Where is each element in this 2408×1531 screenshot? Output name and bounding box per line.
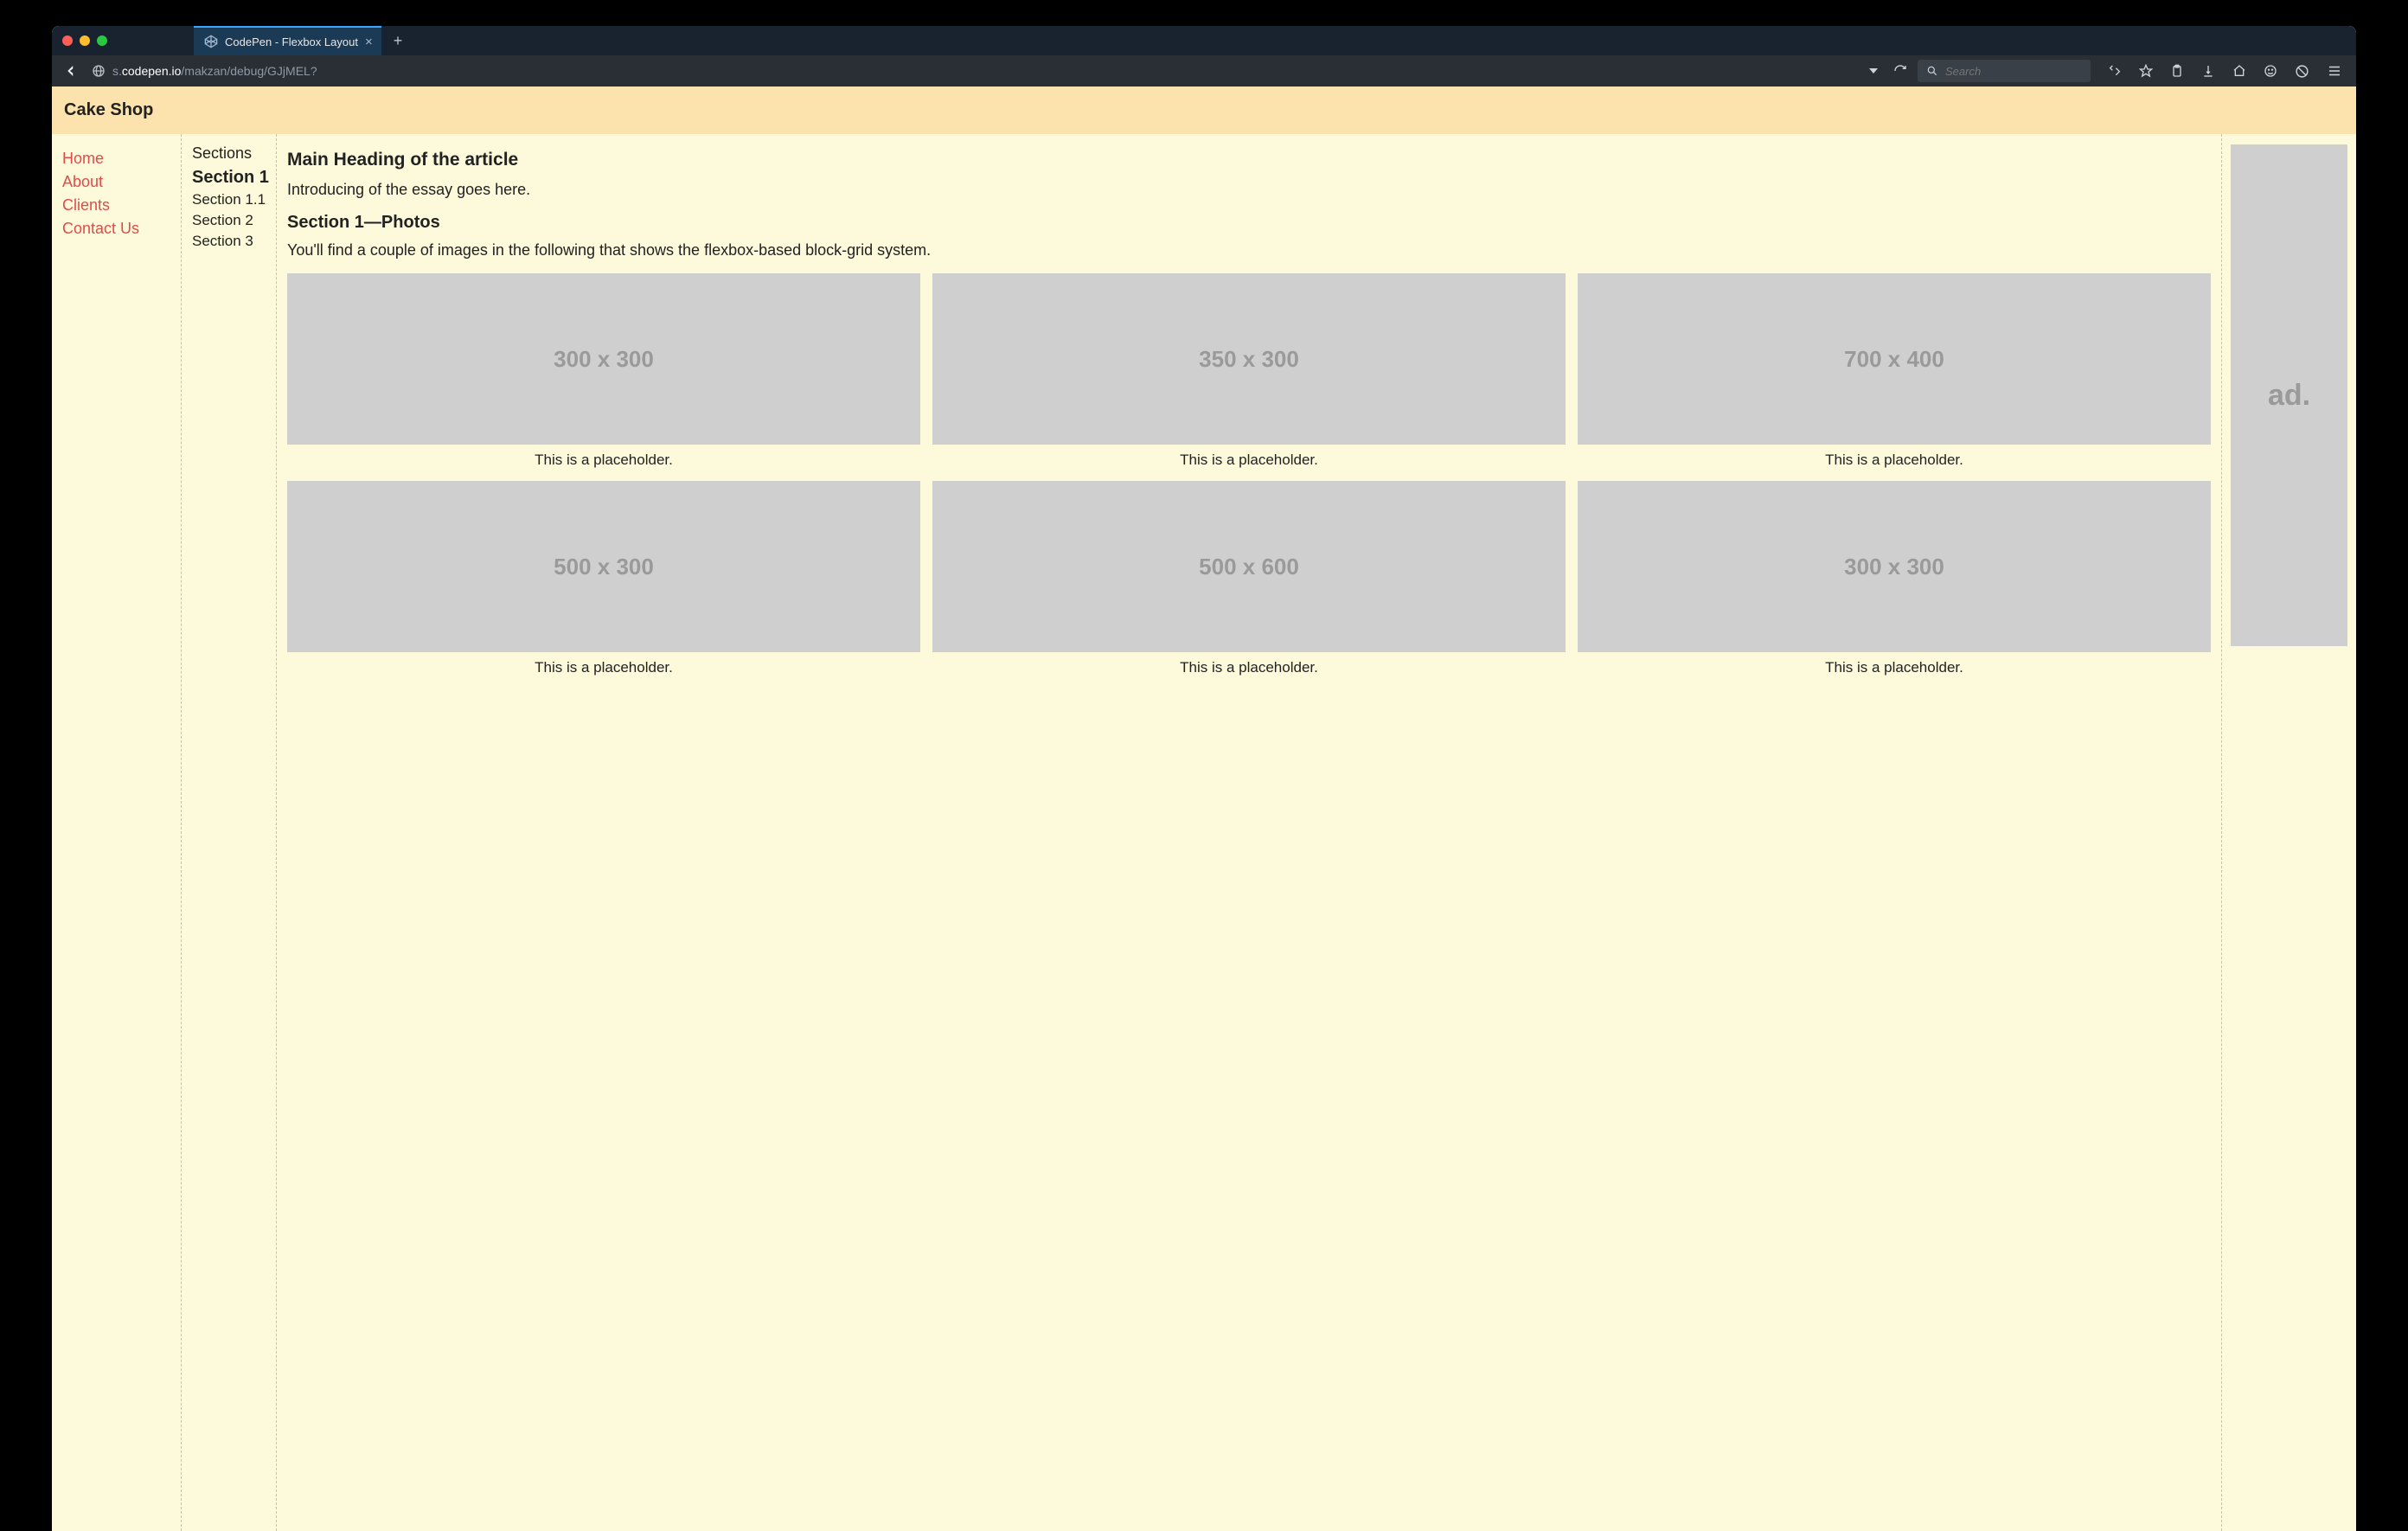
close-window-button[interactable] (62, 35, 73, 46)
image-grid: 300 x 300 This is a placeholder. 350 x 3… (287, 273, 2211, 676)
article-heading: Main Heading of the article (287, 150, 2211, 170)
toc-item-section-2[interactable]: Section 2 (192, 212, 266, 229)
grid-card: 300 x 300 This is a placeholder. (287, 273, 920, 469)
minimize-window-button[interactable] (80, 35, 90, 46)
placeholder-image: 300 x 300 (1578, 481, 2211, 652)
toc-item-section-1-1[interactable]: Section 1.1 (192, 191, 266, 208)
article-intro: Introducing of the essay goes here. (287, 181, 2211, 199)
nav-link-about[interactable]: About (62, 173, 170, 191)
noscript-icon[interactable] (2288, 64, 2316, 79)
grid-card: 350 x 300 This is a placeholder. (932, 273, 1566, 469)
codepen-icon (204, 35, 218, 48)
image-caption: This is a placeholder. (535, 659, 673, 676)
zoom-window-button[interactable] (97, 35, 107, 46)
nav-link-contact[interactable]: Contact Us (62, 220, 170, 238)
globe-icon (92, 64, 106, 78)
image-caption: This is a placeholder. (1180, 659, 1318, 676)
search-icon (1926, 65, 1938, 77)
address-bar[interactable]: s.codepen.io/makzan/debug/GJjMEL? (112, 64, 317, 78)
image-caption: This is a placeholder. (1180, 452, 1318, 469)
ad-placeholder: ad. (2231, 144, 2347, 646)
primary-nav: Home About Clients Contact Us (52, 134, 182, 1531)
developer-icon[interactable] (2101, 64, 2129, 78)
smiley-icon[interactable] (2257, 64, 2284, 78)
image-caption: This is a placeholder. (1825, 452, 1963, 469)
url-host: codepen.io (122, 64, 182, 78)
placeholder-image: 300 x 300 (287, 273, 920, 445)
toc-title: Sections (192, 144, 266, 163)
grid-card: 500 x 600 This is a placeholder. (932, 481, 1566, 676)
image-caption: This is a placeholder. (535, 452, 673, 469)
article: Main Heading of the article Introducing … (277, 134, 2222, 1531)
placeholder-image: 700 x 400 (1578, 273, 2211, 445)
section-1-title: Section 1—Photos (287, 213, 2211, 233)
placeholder-image: 500 x 300 (287, 481, 920, 652)
toc-item-section-1[interactable]: Section 1 (192, 168, 266, 188)
columns: Home About Clients Contact Us Sections S… (52, 134, 2356, 1531)
image-caption: This is a placeholder. (1825, 659, 1963, 676)
page-viewport: Cake Shop Home About Clients Contact Us … (52, 86, 2356, 1531)
bookmark-star-icon[interactable] (2132, 64, 2160, 78)
tab-title: CodePen - Flexbox Layout (225, 35, 358, 48)
section-1-body: You'll find a couple of images in the fo… (287, 241, 2211, 259)
grid-card: 500 x 300 This is a placeholder. (287, 481, 920, 676)
reload-button[interactable] (1888, 64, 1912, 78)
browser-window: CodePen - Flexbox Layout × + s.codepen.i… (52, 26, 2356, 1531)
grid-card: 300 x 300 This is a placeholder. (1578, 481, 2211, 676)
placeholder-image: 350 x 300 (932, 273, 1566, 445)
close-tab-button[interactable]: × (365, 35, 373, 49)
downloads-icon[interactable] (2194, 64, 2222, 78)
placeholder-image: 500 x 600 (932, 481, 1566, 652)
site-title: Cake Shop (52, 86, 2356, 134)
toolbar-right-icons (2101, 63, 2349, 79)
new-tab-button[interactable]: + (381, 32, 415, 50)
search-input[interactable] (1945, 65, 2082, 78)
nav-link-home[interactable]: Home (62, 150, 170, 168)
clipboard-icon[interactable] (2163, 64, 2191, 78)
search-box[interactable] (1918, 60, 2091, 82)
toolbar: s.codepen.io/makzan/debug/GJjMEL? (52, 55, 2356, 86)
browser-tab[interactable]: CodePen - Flexbox Layout × (194, 26, 381, 55)
nav-link-clients[interactable]: Clients (62, 196, 170, 215)
url-prefix: s. (112, 64, 122, 78)
hamburger-menu-icon[interactable] (2320, 63, 2349, 79)
url-path: /makzan/debug/GJjMEL? (181, 64, 317, 78)
back-button[interactable] (59, 60, 83, 82)
ad-column: ad. (2222, 134, 2356, 1531)
history-dropdown-button[interactable] (1864, 67, 1883, 75)
window-controls (62, 35, 107, 46)
grid-card: 700 x 400 This is a placeholder. (1578, 273, 2211, 469)
sections-toc: Sections Section 1 Section 1.1 Section 2… (182, 134, 277, 1531)
home-icon[interactable] (2225, 64, 2253, 78)
toc-item-section-3[interactable]: Section 3 (192, 233, 266, 250)
tab-strip: CodePen - Flexbox Layout × + (52, 26, 2356, 55)
